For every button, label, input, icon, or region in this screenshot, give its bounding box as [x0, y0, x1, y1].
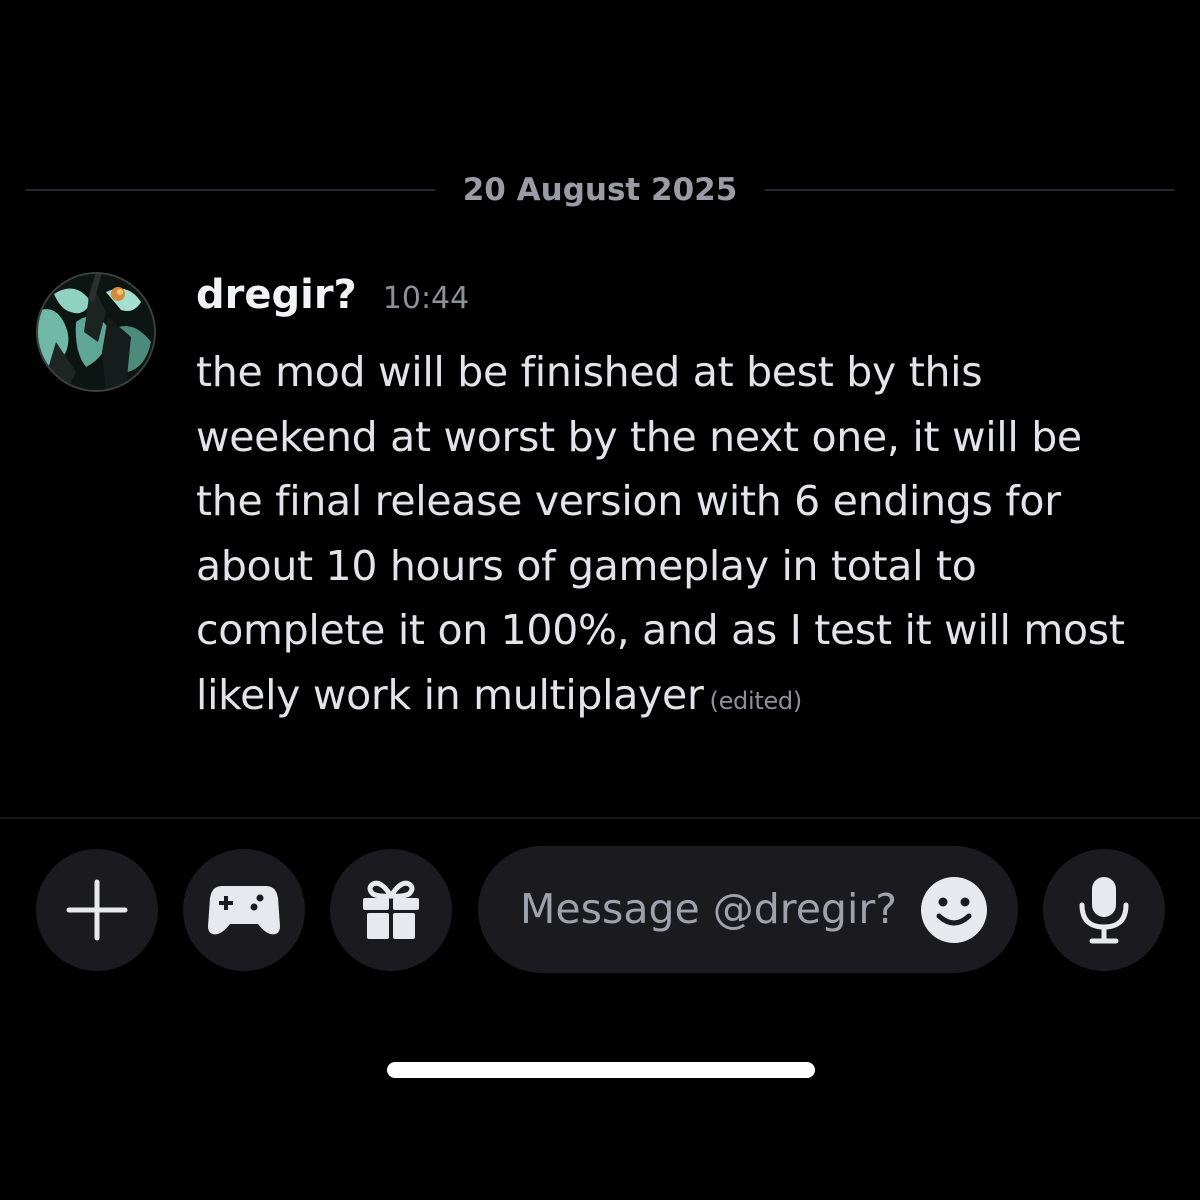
message-line: weekend at worst by the next one, it wil…	[196, 412, 1082, 461]
gamepad-icon	[208, 886, 280, 935]
message-content: the mod will be finished at best by this…	[196, 340, 1156, 733]
gift-icon	[363, 880, 419, 939]
edited-label: (edited)	[709, 686, 803, 715]
dm-chat-screen: 20 August 2025 dregir? 10:44 the mod wil…	[0, 0, 1200, 1200]
voice-message-button[interactable]	[1043, 849, 1165, 971]
message-line: complete it on 100%, and as I test it wi…	[196, 606, 1125, 654]
username[interactable]: dregir?	[196, 272, 357, 318]
activities-button[interactable]	[183, 849, 305, 971]
chat-screen: 20 August 2025 dregir? 10:44 the mod wil…	[0, 0, 1200, 1100]
message-line: the mod will be finished at best by this	[196, 348, 983, 396]
home-indicator[interactable]	[387, 1062, 815, 1078]
message-line: about 10 hours of gameplay in total to	[196, 541, 977, 590]
message-line-last: likely work in multiplayer (edited)	[196, 663, 1156, 734]
emoji-button[interactable]	[920, 876, 988, 944]
gift-button[interactable]	[330, 849, 452, 971]
smile-icon	[921, 877, 987, 943]
message-input[interactable]: Message @dregir?	[478, 846, 1018, 973]
message-timestamp: 10:44	[382, 281, 470, 316]
message-input-placeholder: Message @dregir?	[520, 885, 897, 933]
avatar[interactable]	[36, 272, 156, 392]
date-divider-label: 20 August 2025	[462, 172, 738, 208]
divider-line-right	[765, 189, 1175, 191]
message-line: the final release version with 6 endings…	[196, 477, 1061, 525]
add-attachment-button[interactable]	[36, 849, 158, 971]
divider-line-left	[26, 189, 435, 191]
date-divider: 20 August 2025	[26, 168, 1175, 212]
composer-divider	[0, 817, 1200, 819]
microphone-icon	[1079, 877, 1129, 944]
message-header: dregir? 10:44	[196, 272, 1156, 336]
message-body: dregir? 10:44 the mod will be finished a…	[196, 272, 1156, 733]
message-line: likely work in multiplayer	[196, 670, 704, 719]
plus-icon	[66, 879, 128, 941]
